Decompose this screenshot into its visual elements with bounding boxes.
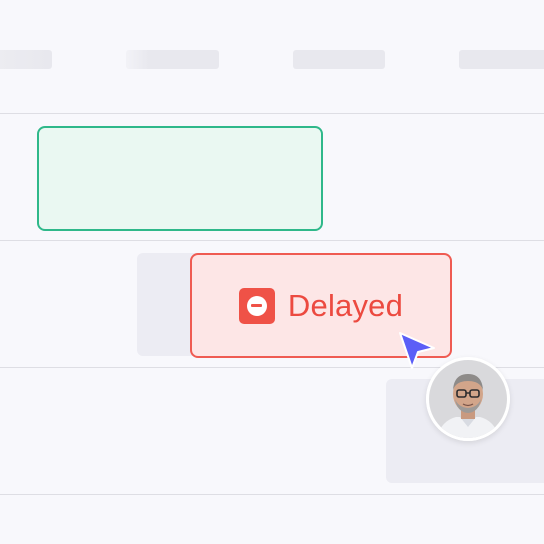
header-placeholder	[459, 50, 544, 69]
row-divider	[0, 494, 544, 495]
header-placeholder	[293, 50, 385, 69]
row-divider	[0, 240, 544, 241]
header-placeholder	[0, 50, 52, 69]
gantt-timeline: Delayed	[0, 0, 544, 544]
user-avatar[interactable]	[426, 357, 510, 441]
task-bar-planned[interactable]	[37, 126, 323, 231]
row-divider	[0, 113, 544, 114]
minus-circle-icon	[238, 287, 275, 324]
pointer-arrow-icon	[396, 330, 438, 372]
header-placeholder	[126, 50, 219, 69]
task-status-label: Delayed	[287, 288, 404, 323]
